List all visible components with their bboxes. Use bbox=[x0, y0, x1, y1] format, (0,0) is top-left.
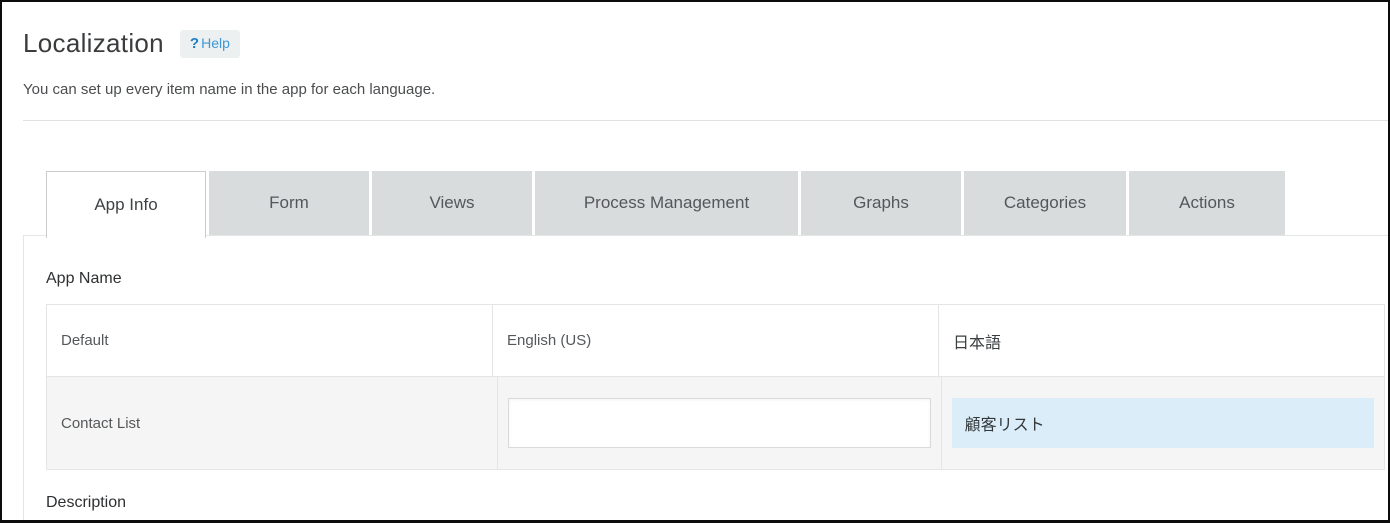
tab-process-management[interactable]: Process Management bbox=[535, 171, 798, 235]
app-name-english-input[interactable] bbox=[508, 398, 930, 448]
column-header-default: Default bbox=[47, 305, 492, 376]
app-name-english-cell bbox=[497, 377, 940, 469]
description-section-title: Description bbox=[46, 494, 1386, 512]
tab-views[interactable]: Views bbox=[372, 171, 532, 235]
tab-form[interactable]: Form bbox=[209, 171, 369, 235]
tab-graphs[interactable]: Graphs bbox=[801, 171, 961, 235]
column-header-english-us: English (US) bbox=[492, 305, 938, 376]
tab-app-info[interactable]: App Info bbox=[46, 171, 206, 238]
app-name-default-value: Contact List bbox=[47, 377, 497, 469]
header-divider bbox=[23, 120, 1388, 121]
tab-actions[interactable]: Actions bbox=[1129, 171, 1285, 235]
table-header-row: Default English (US) 日本語 bbox=[47, 305, 1384, 376]
help-button-label: Help bbox=[201, 36, 230, 50]
help-icon: ? bbox=[190, 36, 199, 51]
column-header-japanese: 日本語 bbox=[938, 305, 1384, 376]
tab-categories[interactable]: Categories bbox=[964, 171, 1126, 235]
page-description: You can set up every item name in the ap… bbox=[23, 81, 1388, 98]
app-name-japanese-cell: 顧客リスト bbox=[941, 377, 1384, 469]
app-info-panel: App Name Default English (US) 日本語 Contac… bbox=[23, 235, 1388, 523]
app-name-section-title: App Name bbox=[46, 270, 1386, 288]
localization-settings-page: Localization ? Help You can set up every… bbox=[0, 0, 1390, 523]
table-row: Contact List 顧客リスト bbox=[47, 376, 1384, 469]
help-button[interactable]: ? Help bbox=[180, 30, 240, 58]
app-name-table: Default English (US) 日本語 Contact List 顧客… bbox=[46, 304, 1385, 470]
page-title: Localization bbox=[23, 28, 164, 59]
app-name-japanese-value[interactable]: 顧客リスト bbox=[952, 398, 1374, 448]
page-header: Localization ? Help bbox=[23, 28, 1388, 59]
localization-tabs: App Info Form Views Process Management G… bbox=[46, 171, 1388, 235]
